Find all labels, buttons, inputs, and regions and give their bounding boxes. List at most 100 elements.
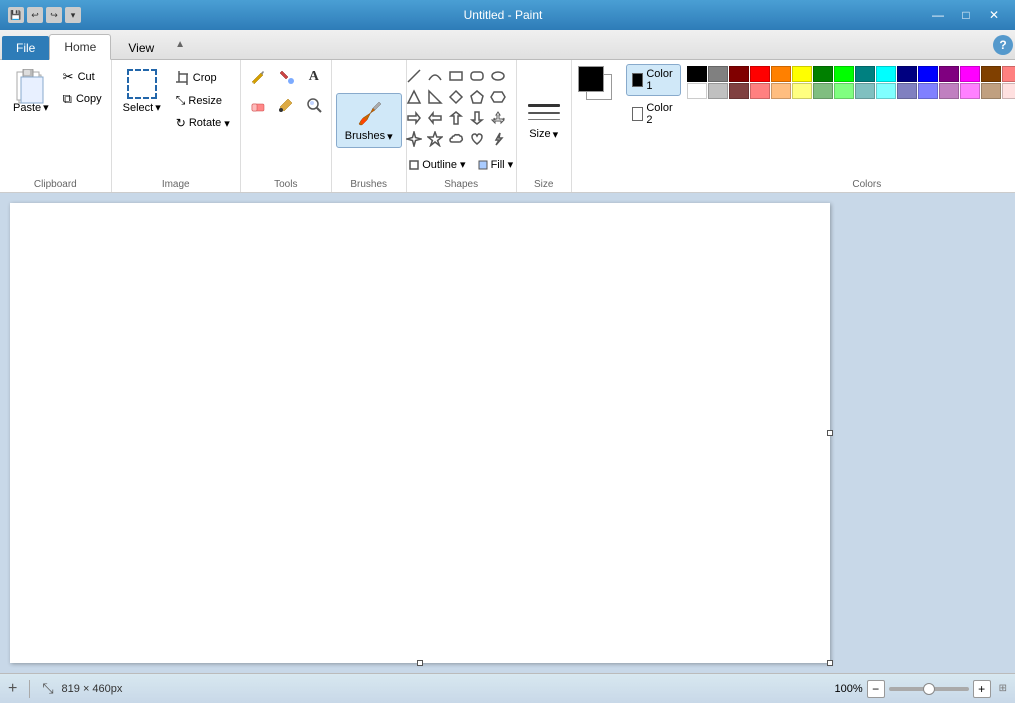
shape-diamond[interactable] (446, 87, 466, 107)
color1-preview[interactable] (578, 66, 604, 92)
undo-icon[interactable]: ↩ (27, 7, 43, 23)
palette-cell[interactable] (855, 66, 875, 82)
palette-cell[interactable] (729, 66, 749, 82)
add-icon[interactable]: + (8, 680, 17, 698)
zoom-in-button[interactable]: + (973, 680, 991, 698)
palette-cell[interactable] (792, 66, 812, 82)
shape-4arrow[interactable] (488, 108, 508, 128)
palette-cell[interactable] (855, 83, 875, 99)
color2-button[interactable]: Color 2 (626, 98, 681, 130)
handle-right-mid[interactable] (827, 430, 833, 436)
help-button[interactable]: ? (993, 35, 1013, 55)
zoom-slider[interactable] (889, 687, 969, 691)
palette-cell[interactable] (750, 83, 770, 99)
palette-cell[interactable] (687, 66, 707, 82)
palette-cell[interactable] (792, 83, 812, 99)
palette-cell[interactable] (834, 66, 854, 82)
palette-cell[interactable] (939, 66, 959, 82)
handle-bottom-right[interactable] (827, 660, 833, 666)
palette-cell[interactable] (939, 83, 959, 99)
palette-cell[interactable] (981, 83, 1001, 99)
shape-star4[interactable] (404, 129, 424, 149)
text-button[interactable]: A (301, 64, 327, 90)
shape-darrow[interactable] (467, 108, 487, 128)
shape-uarrow[interactable] (446, 108, 466, 128)
palette-cell[interactable] (771, 83, 791, 99)
dropdown-icon[interactable]: ▾ (65, 7, 81, 23)
shape-triangle[interactable] (404, 87, 424, 107)
outline-button[interactable]: Outline ▾ (404, 155, 470, 174)
shape-pentagon[interactable] (467, 87, 487, 107)
fill-button[interactable] (273, 64, 299, 90)
zoom-thumb[interactable] (923, 683, 935, 695)
maximize-button[interactable]: □ (953, 5, 979, 25)
palette-cell[interactable] (1002, 66, 1015, 82)
palette-cell[interactable] (1002, 83, 1015, 99)
size-button[interactable]: Size ▾ (521, 95, 567, 146)
palette-cell[interactable] (729, 83, 749, 99)
drawing-canvas[interactable] (10, 203, 830, 663)
ribbon-collapse-icon[interactable]: ▲ (171, 39, 189, 50)
palette-cell[interactable] (918, 83, 938, 99)
palette-cell[interactable] (687, 83, 707, 99)
palette-cell[interactable] (834, 83, 854, 99)
minimize-button[interactable]: — (925, 5, 951, 25)
size-label-bottom: Size (521, 176, 567, 192)
shape-rect[interactable] (446, 66, 466, 86)
outline-icon (409, 160, 419, 170)
color1-button[interactable]: Color 1 (626, 64, 681, 96)
shape-hexagon[interactable] (488, 87, 508, 107)
cut-button[interactable]: ✂ Cut (58, 66, 107, 88)
palette-cell[interactable] (876, 83, 896, 99)
palette-cell[interactable] (708, 66, 728, 82)
shape-larrow[interactable] (425, 108, 445, 128)
image-label: Image (116, 176, 236, 192)
resize-button[interactable]: ⤡ Resize (170, 90, 236, 111)
shape-lightning[interactable] (488, 129, 508, 149)
rotate-button[interactable]: ↻ Rotate ▾ (170, 113, 236, 133)
shape-rtriangle[interactable] (425, 87, 445, 107)
pencil-button[interactable] (245, 64, 271, 90)
tab-file[interactable]: File (2, 36, 49, 60)
palette-cell[interactable] (897, 83, 917, 99)
palette-cell[interactable] (813, 66, 833, 82)
redo-icon[interactable]: ↪ (46, 7, 62, 23)
paste-button[interactable]: Paste ▾ (4, 64, 58, 119)
palette-cell[interactable] (876, 66, 896, 82)
eraser-button[interactable] (245, 92, 271, 118)
tab-home[interactable]: Home (49, 34, 111, 60)
crop-icon (176, 71, 190, 85)
shape-roundrect[interactable] (467, 66, 487, 86)
palette-cell[interactable] (981, 66, 1001, 82)
palette-cell[interactable] (771, 66, 791, 82)
shape-line[interactable] (404, 66, 424, 86)
shape-curve[interactable] (425, 66, 445, 86)
tab-view[interactable]: View (113, 35, 169, 60)
shape-rarrow[interactable] (404, 108, 424, 128)
fill-shape-button[interactable]: Fill ▾ (473, 155, 519, 174)
zoom-out-button[interactable]: − (867, 680, 885, 698)
select-button[interactable]: Select ▾ (116, 64, 168, 119)
shape-cloud[interactable] (446, 129, 466, 149)
palette-cell[interactable] (960, 66, 980, 82)
palette-cell[interactable] (750, 66, 770, 82)
palette-cell[interactable] (813, 83, 833, 99)
close-button[interactable]: ✕ (981, 5, 1007, 25)
shape-star5[interactable] (425, 129, 445, 149)
palette-cell[interactable] (708, 83, 728, 99)
title-bar: 💾 ↩ ↪ ▾ Untitled - Paint — □ ✕ (0, 0, 1015, 30)
colors-content: Color 1 Color 2 Edit colors (576, 64, 1015, 176)
shape-heart[interactable] (467, 129, 487, 149)
palette-cell[interactable] (918, 66, 938, 82)
brushes-button[interactable]: Brushes ▾ (336, 93, 402, 148)
palette-cell[interactable] (897, 66, 917, 82)
copy-button[interactable]: ⧉ Copy (58, 88, 107, 110)
crop-button[interactable]: Crop (170, 68, 236, 88)
quick-save-icon[interactable]: 💾 (8, 7, 24, 23)
title-bar-left: 💾 ↩ ↪ ▾ (8, 7, 81, 23)
handle-bottom-mid[interactable] (417, 660, 423, 666)
shape-ellipse[interactable] (488, 66, 508, 86)
palette-cell[interactable] (960, 83, 980, 99)
colorpick-button[interactable] (273, 92, 299, 118)
magnify-button[interactable] (301, 92, 327, 118)
